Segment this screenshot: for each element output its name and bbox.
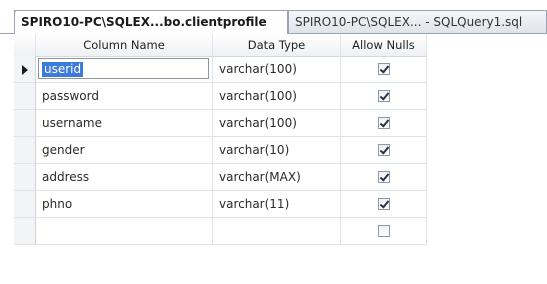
column-name-cell[interactable]: phno	[36, 191, 213, 218]
allow-nulls-cell	[341, 191, 427, 218]
allow-nulls-cell	[341, 110, 427, 137]
allow-nulls-cell	[341, 56, 427, 83]
row-selector[interactable]	[14, 191, 36, 218]
checkbox-icon[interactable]	[378, 90, 390, 102]
grid-header: Column Name Data Type Allow Nulls	[14, 34, 427, 57]
column-name-edit-field[interactable]: userid	[38, 58, 209, 79]
table-row: phno varchar(11)	[14, 191, 427, 218]
allow-nulls-cell	[341, 218, 427, 245]
current-row-arrow-icon	[22, 65, 28, 75]
checkbox-icon[interactable]	[378, 198, 390, 210]
row-selector[interactable]	[14, 56, 36, 83]
data-type-cell[interactable]: varchar(100)	[213, 110, 341, 137]
row-selector[interactable]	[14, 164, 36, 191]
row-selector[interactable]	[14, 110, 36, 137]
data-type-cell[interactable]: varchar(100)	[213, 83, 341, 110]
row-selector[interactable]	[14, 218, 36, 245]
allow-nulls-cell	[341, 164, 427, 191]
column-name-cell[interactable]: username	[36, 110, 213, 137]
data-type-cell[interactable]	[213, 218, 341, 245]
document-tab-strip: SPIRO10-PC\SQLEX...bo.clientprofile SPIR…	[0, 0, 547, 34]
table-row: password varchar(100)	[14, 83, 427, 110]
row-selector-header	[14, 34, 36, 56]
checkbox-icon[interactable]	[378, 117, 390, 129]
data-type-cell[interactable]: varchar(11)	[213, 191, 341, 218]
checkbox-icon[interactable]	[378, 63, 390, 75]
column-name-cell[interactable]: password	[36, 83, 213, 110]
allow-nulls-header[interactable]: Allow Nulls	[341, 34, 427, 56]
table-row: username varchar(100)	[14, 110, 427, 137]
column-name-cell[interactable]	[36, 218, 213, 245]
table-row: gender varchar(10)	[14, 137, 427, 164]
table-row: userid varchar(100)	[14, 56, 427, 83]
row-selector[interactable]	[14, 83, 36, 110]
allow-nulls-cell	[341, 137, 427, 164]
data-type-cell[interactable]: varchar(MAX)	[213, 164, 341, 191]
table-row	[14, 218, 427, 245]
checkbox-icon[interactable]	[378, 144, 390, 156]
tab-clientprofile-design[interactable]: SPIRO10-PC\SQLEX...bo.clientprofile	[14, 10, 288, 34]
allow-nulls-cell	[341, 83, 427, 110]
column-name-cell[interactable]: gender	[36, 137, 213, 164]
table-row: address varchar(MAX)	[14, 164, 427, 191]
column-name-cell[interactable]: userid	[36, 56, 213, 83]
data-type-cell[interactable]: varchar(100)	[213, 56, 341, 83]
row-selector[interactable]	[14, 137, 36, 164]
selected-text: userid	[42, 62, 84, 77]
tab-sqlquery1[interactable]: SPIRO10-PC\SQLEX... - SQLQuery1.sql	[288, 10, 547, 33]
data-type-header[interactable]: Data Type	[213, 34, 341, 56]
column-name-header[interactable]: Column Name	[36, 34, 213, 56]
checkbox-icon[interactable]	[378, 225, 390, 237]
column-name-cell[interactable]: address	[36, 164, 213, 191]
data-type-cell[interactable]: varchar(10)	[213, 137, 341, 164]
checkbox-icon[interactable]	[378, 171, 390, 183]
